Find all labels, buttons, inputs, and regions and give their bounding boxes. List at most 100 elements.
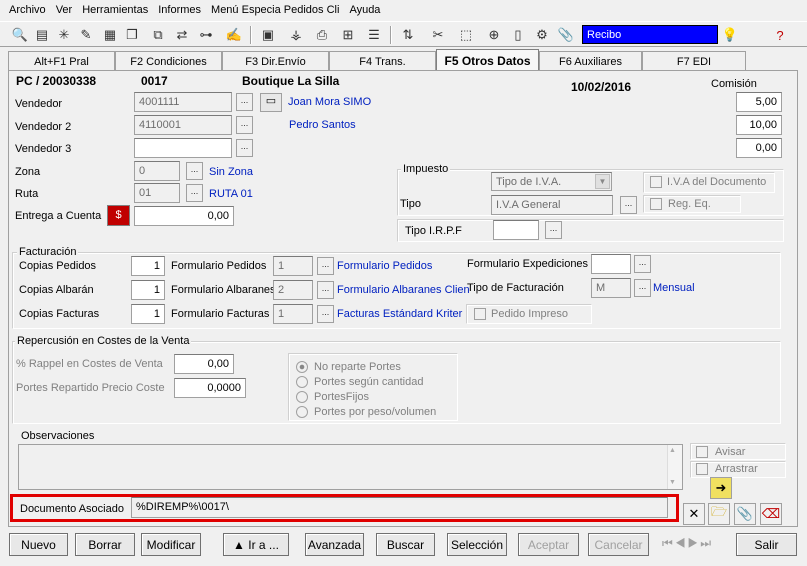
arrows-icon[interactable]: ⇅	[398, 25, 418, 45]
chevron-down-icon[interactable]: ▼	[595, 174, 610, 189]
money-bag-icon[interactable]: $	[107, 205, 130, 226]
modificar-button[interactable]: Modificar	[141, 533, 201, 556]
radio-segun-cantidad[interactable]	[296, 376, 308, 388]
form-pedidos-input[interactable]: 1	[273, 256, 313, 276]
hierarchy-icon[interactable]: ⚶	[286, 25, 306, 45]
irpf-lookup-button[interactable]: ...	[545, 221, 562, 239]
portes-input[interactable]: 0,0000	[174, 378, 246, 398]
radio-peso-volumen[interactable]	[296, 406, 308, 418]
zona-lookup-button[interactable]: ...	[186, 162, 203, 180]
radio-portes-fijos[interactable]	[296, 391, 308, 403]
preview-icon[interactable]: 🔍	[10, 25, 30, 45]
menu-especia[interactable]: Menú Especia Pedidos Cli	[206, 4, 344, 16]
scroll-down-icon[interactable]: ▼	[669, 479, 676, 486]
radio-no-reparte[interactable]	[296, 361, 308, 373]
printer-icon[interactable]: ⎙	[312, 25, 332, 45]
pages-icon[interactable]: ⧉	[148, 25, 168, 45]
comision-1-input[interactable]: 5,00	[736, 92, 782, 112]
document-type-field[interactable]: Recibo	[582, 25, 718, 44]
form-albaranes-lookup-button[interactable]: ...	[317, 281, 334, 299]
menu-archivo[interactable]: Archivo	[4, 4, 51, 16]
tipo-input[interactable]: I.V.A General	[491, 195, 613, 215]
tab-trans[interactable]: F4 Trans.	[329, 51, 436, 71]
asterisk-icon[interactable]: ✳	[54, 25, 74, 45]
tree-icon[interactable]: ⊶	[196, 25, 216, 45]
copias-facturas-input[interactable]: 1	[131, 304, 165, 324]
next-record-icon[interactable]: ▶	[688, 536, 701, 550]
close-icon[interactable]: ✕	[683, 503, 705, 525]
borrar-button[interactable]: Borrar	[75, 533, 135, 556]
vendedor-card-icon[interactable]: ▭	[260, 93, 282, 112]
box-icon[interactable]: ⬚	[456, 25, 476, 45]
form-facturas-lookup-button[interactable]: ...	[317, 305, 334, 323]
gear-doc-icon[interactable]: ⚙	[532, 25, 552, 45]
paperclip-icon[interactable]: 📎	[556, 25, 576, 45]
avisar-checkbox[interactable]	[696, 446, 708, 458]
form-expediciones-lookup-button[interactable]: ...	[634, 255, 651, 273]
arrow-icon[interactable]: ➜	[710, 477, 732, 499]
menu-herramientas[interactable]: Herramientas	[77, 4, 153, 16]
list-icon[interactable]: ☰	[364, 25, 384, 45]
buscar-button[interactable]: Buscar	[376, 533, 435, 556]
entrega-input[interactable]: 0,00	[134, 206, 234, 226]
arrastrar-checkbox[interactable]	[696, 463, 708, 475]
ruta-input[interactable]: 01	[134, 183, 180, 203]
scroll-up-icon[interactable]: ▲	[669, 447, 676, 454]
documento-input[interactable]: %DIREMP%\0017\	[131, 497, 668, 518]
aceptar-button[interactable]: Aceptar	[518, 533, 579, 556]
blank-doc-icon[interactable]: ▯	[508, 25, 528, 45]
zona-input[interactable]: 0	[134, 161, 180, 181]
last-record-icon[interactable]: ⏭	[700, 536, 713, 550]
link-icon[interactable]: ⇄	[172, 25, 192, 45]
edit-doc-icon[interactable]: ✍	[224, 25, 244, 45]
calculator-icon[interactable]: ▦	[100, 25, 120, 45]
observaciones-textarea[interactable]	[18, 444, 683, 490]
tab-dir-envio[interactable]: F3 Dir.Envío	[222, 51, 329, 71]
tab-pral[interactable]: Alt+F1 Pral	[8, 51, 115, 71]
comision-3-input[interactable]: 0,00	[736, 138, 782, 158]
reg-eq-checkbox[interactable]	[650, 198, 662, 210]
vendedor3-lookup-button[interactable]: ...	[236, 139, 253, 157]
cancelar-button[interactable]: Cancelar	[588, 533, 649, 556]
rappel-input[interactable]: 0,00	[174, 354, 234, 374]
irpf-input[interactable]	[493, 220, 539, 240]
form-expediciones-input[interactable]	[591, 254, 631, 274]
eraser-icon[interactable]: ⌫	[760, 503, 782, 525]
seleccion-button[interactable]: Selección	[447, 533, 507, 556]
tipo-facturacion-input[interactable]: M	[591, 278, 631, 298]
tools-icon[interactable]: ✎	[76, 25, 96, 45]
tipo-lookup-button[interactable]: ...	[620, 196, 637, 214]
copias-albaran-input[interactable]: 1	[131, 280, 165, 300]
scissors-icon[interactable]: ✂	[428, 25, 448, 45]
grid-icon[interactable]: ▣	[258, 25, 278, 45]
comision-2-input[interactable]: 10,00	[736, 115, 782, 135]
vendedor2-input[interactable]: 4110001	[134, 115, 232, 135]
copias-pedidos-input[interactable]: 1	[131, 256, 165, 276]
nuevo-button[interactable]: Nuevo	[9, 533, 68, 556]
prev-record-icon[interactable]: ◀	[675, 536, 688, 550]
avanzada-button[interactable]: Avanzada	[305, 533, 364, 556]
doc-plus-icon[interactable]: ⊕	[484, 25, 504, 45]
structure-icon[interactable]: ⊞	[338, 25, 358, 45]
iva-doc-checkbox[interactable]	[650, 176, 662, 188]
form-albaranes-input[interactable]: 2	[273, 280, 313, 300]
pedido-impreso-checkbox[interactable]	[474, 308, 486, 320]
vendedor2-lookup-button[interactable]: ...	[236, 116, 253, 134]
menu-ayuda[interactable]: Ayuda	[344, 4, 385, 16]
copy-icon[interactable]: ❐	[122, 25, 142, 45]
first-record-icon[interactable]: ⏮	[662, 536, 675, 550]
vendedor-input[interactable]: 4001111	[134, 92, 232, 112]
vendedor3-input[interactable]	[134, 138, 232, 158]
salir-button[interactable]: Salir	[736, 533, 797, 556]
search-doc-icon[interactable]: ▤	[32, 25, 52, 45]
form-facturas-input[interactable]: 1	[273, 304, 313, 324]
tab-otros-datos[interactable]: F5 Otros Datos	[436, 49, 539, 71]
tipo-facturacion-lookup-button[interactable]: ...	[634, 279, 651, 297]
paperclip-attach-icon[interactable]: 📎	[734, 503, 756, 525]
tab-edi[interactable]: F7 EDI	[642, 51, 746, 71]
tab-condiciones[interactable]: F2 Condiciones	[115, 51, 222, 71]
menu-informes[interactable]: Informes	[153, 4, 206, 16]
ir-a-button[interactable]: ▲ Ir a ...	[223, 533, 289, 556]
form-pedidos-lookup-button[interactable]: ...	[317, 257, 334, 275]
folder-open-icon[interactable]: 🗁	[708, 503, 730, 525]
